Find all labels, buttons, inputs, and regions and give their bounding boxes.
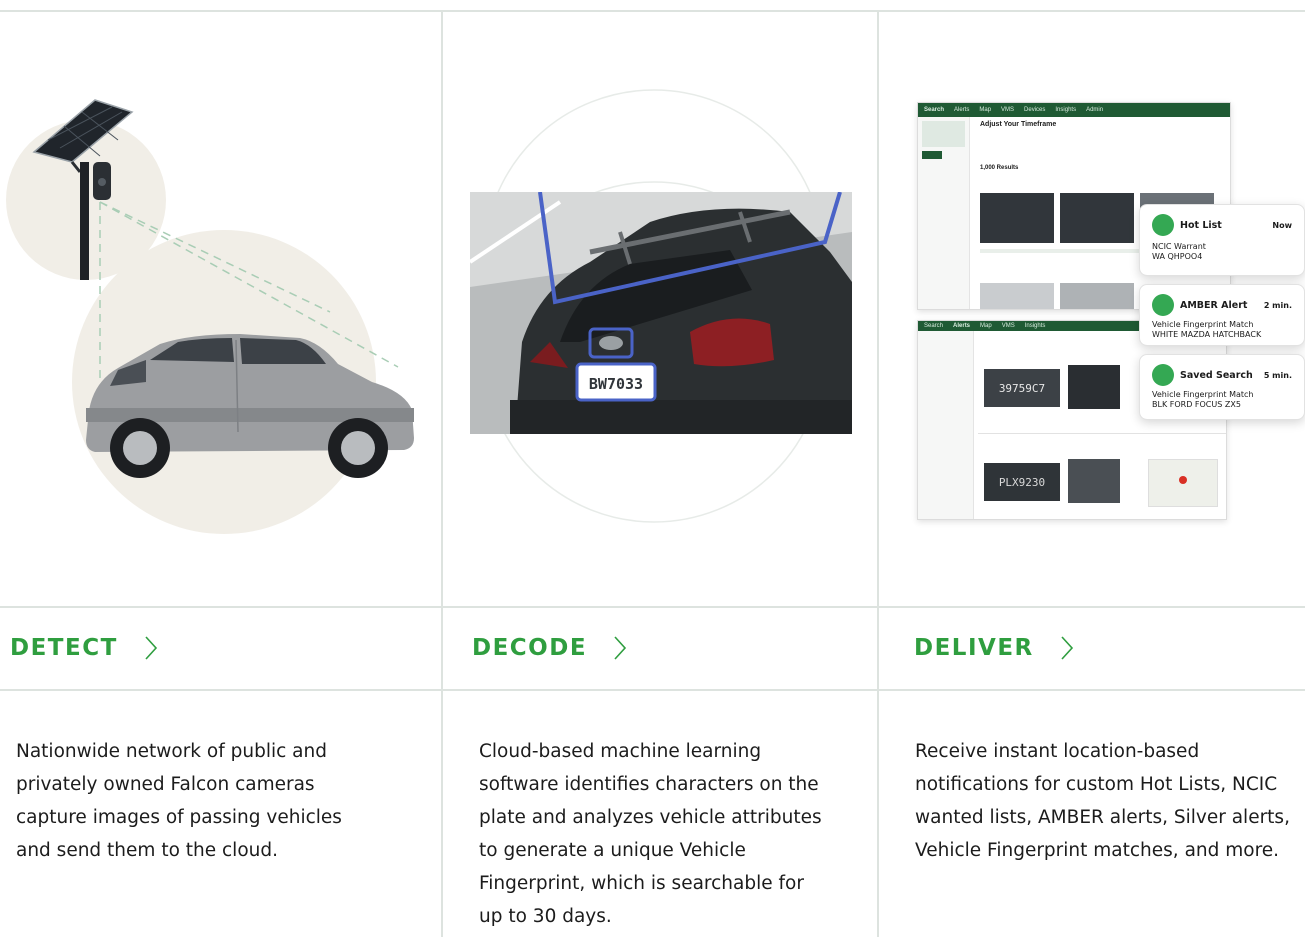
description-line: software identifies characters on the <box>479 774 819 795</box>
alert-plate-2: PLX9230 <box>984 463 1060 501</box>
detect-description: Nationwide network of public and private… <box>16 735 428 867</box>
detect-illustration <box>0 12 441 606</box>
alerts-dashboard-screenshot: Search Alerts Map VMS Insights 39759C7 P… <box>917 320 1227 520</box>
notification-line-2: WA QHPOO4 <box>1152 252 1203 261</box>
notification-line-1: Vehicle Fingerprint Match <box>1152 390 1254 399</box>
description-line: Receive instant location-based <box>915 741 1200 762</box>
alert-map-thumbnail <box>1148 459 1218 507</box>
notification-amber-alert[interactable]: AMBER Alert 2 min. Vehicle Fingerprint M… <box>1139 284 1305 346</box>
nav-alerts: Alerts <box>954 107 970 113</box>
alerts-nav-insights: Insights <box>1024 323 1046 329</box>
notification-time: 5 min. <box>1263 370 1292 380</box>
description-line: Cloud-based machine learning <box>479 741 762 762</box>
notification-line-1: Vehicle Fingerprint Match <box>1152 320 1254 329</box>
notification-time: Now <box>1272 220 1292 230</box>
notification-badge-icon <box>1152 364 1174 386</box>
nav-map: Map <box>979 107 992 113</box>
decode-plate-text: BW7033 <box>589 375 643 393</box>
deliver-heading-link[interactable]: DELIVER <box>914 633 1078 663</box>
description-line: Fingerprint, which is searchable for <box>479 873 804 894</box>
alerts-nav-map: Map <box>980 323 992 329</box>
header-divider-top <box>0 606 1305 608</box>
alerts-nav-search: Search <box>924 323 944 329</box>
chevron-right-icon <box>1061 636 1073 660</box>
notification-title: AMBER Alert <box>1180 299 1248 311</box>
chevron-right-icon <box>614 636 627 660</box>
description-line: up to 30 days. <box>479 906 612 927</box>
deliver-illustration: Search Alerts Map VMS Devices Insights A… <box>879 12 1305 606</box>
chevron-right-icon <box>145 636 157 660</box>
notification-hot-list[interactable]: Hot List Now NCIC Warrant WA QHPOO4 <box>1139 204 1305 276</box>
nav-devices: Devices <box>1024 107 1046 113</box>
decode-heading-link[interactable]: DECODE <box>472 633 631 663</box>
description-line: to generate a unique Vehicle <box>479 840 746 861</box>
vehicle-rear-photo: BW7033 <box>470 192 852 434</box>
deliver-description: Receive instant location-based notificat… <box>915 735 1305 867</box>
nav-search: Search <box>924 107 945 113</box>
notification-line-1: NCIC Warrant <box>1152 242 1206 251</box>
dashboard-nav: Search Alerts Map VMS Devices Insights A… <box>918 103 1230 117</box>
description-line: notifications for custom Hot Lists, NCIC <box>915 774 1278 795</box>
description-line: wanted lists, AMBER alerts, Silver alert… <box>915 807 1290 828</box>
description-line: Vehicle Fingerprint matches, and more. <box>915 840 1280 861</box>
notification-line-2: BLK FORD FOCUS ZX5 <box>1152 400 1241 409</box>
deliver-heading: DELIVER <box>914 635 1034 661</box>
notification-title: Hot List <box>1180 219 1222 231</box>
description-line: capture images of passing vehicles <box>16 807 342 828</box>
alert-plate-1: 39759C7 <box>984 369 1060 407</box>
decode-heading: DECODE <box>472 635 588 661</box>
alerts-nav-vms: VMS <box>1001 323 1015 329</box>
description-line: plate and analyzes vehicle attributes <box>479 807 822 828</box>
nav-admin: Admin <box>1086 107 1104 113</box>
description-line: privately owned Falcon cameras <box>16 774 315 795</box>
decode-illustration: BW7033 <box>443 12 877 606</box>
notification-line-2: WHITE MAZDA HATCHBACK <box>1152 330 1262 339</box>
nav-vms: VMS <box>1001 107 1015 113</box>
detect-heading: DETECT <box>10 635 118 661</box>
dashboard-sidebar <box>918 117 970 309</box>
camera-pole-icon <box>32 99 414 478</box>
dashboard-results: 1,000 Results <box>980 165 1019 171</box>
notification-title: Saved Search <box>1180 369 1253 381</box>
alerts-nav-alerts: Alerts <box>953 323 971 329</box>
decode-description: Cloud-based machine learning software id… <box>479 735 871 933</box>
notification-time: 2 min. <box>1263 300 1292 310</box>
nav-insights: Insights <box>1055 107 1077 113</box>
notification-badge-icon <box>1152 214 1174 236</box>
description-line: and send them to the cloud. <box>16 840 278 861</box>
detect-heading-link[interactable]: DETECT <box>10 633 162 663</box>
notification-saved-search[interactable]: Saved Search 5 min. Vehicle Fingerprint … <box>1139 354 1305 420</box>
description-line: Nationwide network of public and <box>16 741 327 762</box>
dashboard-heading: Adjust Your Timeframe <box>980 121 1057 128</box>
notification-badge-icon <box>1152 294 1174 316</box>
header-divider-bottom <box>0 689 1305 691</box>
